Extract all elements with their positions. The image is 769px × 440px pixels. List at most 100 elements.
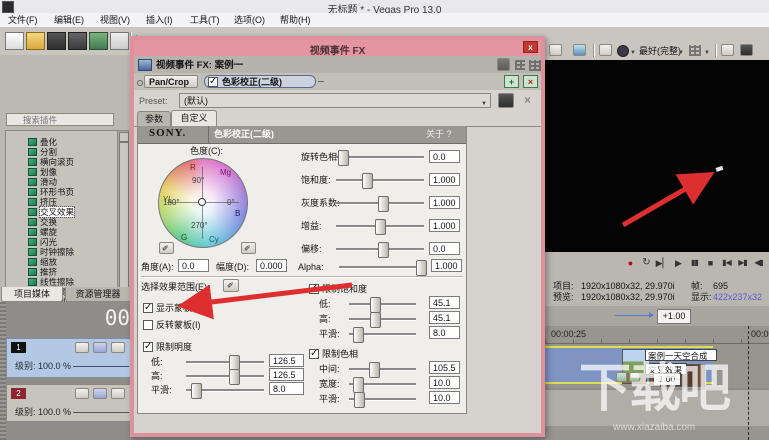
menu-help[interactable]: 帮助(H) — [280, 15, 311, 26]
sat-high-value[interactable]: 45.1 — [429, 311, 460, 324]
track-level-slider[interactable] — [73, 412, 129, 413]
layout-list-icon[interactable] — [497, 58, 510, 71]
luma-high-slider[interactable] — [186, 375, 264, 377]
invert-mask-checkbox[interactable] — [143, 320, 153, 330]
plugin-item[interactable]: 螺旋 — [28, 227, 57, 237]
track-mute-button[interactable] — [111, 342, 125, 353]
menu-insert[interactable]: 插入(I) — [146, 15, 173, 26]
menu-file[interactable]: 文件(F) — [8, 15, 38, 26]
luma-low-slider[interactable] — [186, 361, 264, 363]
alpha-value[interactable]: 1.000 — [431, 259, 462, 272]
loop-playback-icon[interactable]: ↻ — [639, 257, 654, 268]
fx-enabled-checkbox[interactable] — [208, 77, 218, 87]
dialog-close-button[interactable]: x — [523, 41, 538, 53]
quality-caret2-icon[interactable] — [678, 46, 684, 56]
plugin-item[interactable]: 叠化 — [28, 137, 57, 147]
alpha-slider[interactable] — [339, 266, 425, 268]
hue-smooth-value[interactable]: 10.0 — [429, 391, 460, 404]
record-icon[interactable]: ● — [623, 258, 638, 268]
split-screen-icon[interactable] — [599, 44, 612, 56]
sat-low-value[interactable]: 45.1 — [429, 296, 460, 309]
save-preset-icon[interactable] — [498, 93, 514, 108]
sat-low-slider[interactable] — [349, 303, 416, 305]
quality-caret-icon[interactable] — [630, 46, 636, 56]
scroll-up-icon[interactable] — [119, 132, 129, 142]
plugin-item-selected[interactable]: 交叉效果 — [28, 207, 74, 217]
render-as-icon[interactable] — [68, 32, 87, 50]
preview-quality-label[interactable]: 最好(完整) — [639, 46, 681, 57]
external-monitor-icon[interactable] — [573, 44, 586, 56]
plugin-item[interactable]: 交换 — [28, 217, 57, 227]
plugin-item[interactable]: 时钟擦除 — [28, 247, 74, 257]
timeline-ruler[interactable]: 00:00:25 00:00 — [545, 326, 769, 344]
tab-explorer[interactable]: 资源管理器 — [65, 287, 131, 302]
pause-icon[interactable]: ▮▮ — [687, 258, 702, 267]
play-from-start-icon[interactable]: ▶▏ — [655, 258, 670, 269]
plugin-item[interactable]: 推挤 — [28, 267, 57, 277]
plugin-item[interactable]: 划像 — [28, 167, 57, 177]
overlay-caret-icon[interactable] — [704, 46, 710, 56]
event-pan-crop-button[interactable] — [616, 372, 627, 382]
menu-options[interactable]: 选项(O) — [234, 15, 265, 26]
gamma-value[interactable]: 1.000 — [429, 196, 460, 209]
sat-smooth-value[interactable]: 8.0 — [429, 326, 460, 339]
plugin-item[interactable]: 挤压 — [28, 197, 57, 207]
sat-smooth-slider[interactable] — [349, 333, 416, 335]
luma-smooth-value[interactable]: 8.0 — [269, 382, 304, 395]
about-link[interactable]: 关于 ? — [426, 129, 452, 140]
tab-parameters[interactable]: 参数 — [137, 111, 171, 126]
remove-plugin-icon[interactable]: × — [523, 75, 538, 88]
plugin-item[interactable]: 分割 — [28, 147, 57, 157]
limit-luma-checkbox[interactable] — [143, 342, 153, 352]
offset-slider[interactable] — [336, 248, 424, 250]
prev-frame-icon[interactable]: ◀▮ — [751, 258, 766, 267]
open-project-icon[interactable] — [26, 32, 45, 50]
go-to-start-icon[interactable]: ▮◀ — [719, 258, 734, 267]
fx-chip[interactable]: 色彩校正(二级) — [204, 75, 316, 88]
quality-color-icon[interactable] — [617, 45, 629, 57]
hue-width-value[interactable]: 10.0 — [429, 376, 460, 389]
track-header-2[interactable]: 2 级别: 100.0 % — [6, 384, 133, 422]
sat-high-slider[interactable] — [349, 318, 416, 320]
track-mute-button[interactable] — [111, 388, 125, 399]
gamma-slider[interactable] — [336, 202, 424, 204]
event-fx-button[interactable] — [629, 372, 640, 382]
hue-smooth-slider[interactable] — [349, 398, 416, 400]
event-edit-icon[interactable] — [110, 32, 129, 50]
luma-smooth-slider[interactable] — [186, 389, 264, 391]
luma-high-value[interactable]: 126.5 — [269, 368, 304, 381]
edit-cursor-line[interactable] — [748, 326, 749, 440]
gain-slider[interactable] — [336, 225, 424, 227]
plugin-item[interactable]: 环形书页 — [28, 187, 74, 197]
range-eyedropper-button[interactable]: ✐ — [223, 279, 239, 292]
dialog-title-bar[interactable]: 视频事件 FX x — [134, 40, 541, 56]
offset-value[interactable]: 0.0 — [429, 242, 460, 255]
layout-grid-small-icon[interactable] — [515, 60, 525, 70]
tab-custom[interactable]: 自定义 — [171, 110, 217, 126]
saturation-value[interactable]: 1.000 — [429, 173, 460, 186]
rate-value-box[interactable]: +1.00 — [657, 309, 691, 324]
timeline-track-2[interactable] — [545, 390, 769, 426]
copy-snapshot-icon[interactable] — [721, 44, 734, 56]
menu-edit[interactable]: 编辑(E) — [54, 15, 84, 26]
delete-preset-icon[interactable]: × — [520, 93, 535, 108]
luma-low-value[interactable]: 126.5 — [269, 354, 304, 367]
wheel-eyedropper-high[interactable]: ✐ — [241, 242, 256, 254]
rotate-hue-slider[interactable] — [336, 156, 424, 158]
track-header-1[interactable]: 1 级别: 100.0 % — [6, 338, 133, 378]
hue-width-slider[interactable] — [349, 383, 416, 385]
amplitude-value[interactable]: 0.000 — [256, 259, 287, 272]
menu-tools[interactable]: 工具(T) — [190, 15, 220, 26]
saturation-slider[interactable] — [336, 179, 424, 181]
tab-project-media[interactable]: 项目媒体 — [1, 287, 63, 302]
gain-value[interactable]: 1.000 — [429, 219, 460, 232]
save-icon[interactable] — [47, 32, 66, 50]
video-properties-icon[interactable] — [549, 44, 562, 56]
angle-value[interactable]: 0.0 — [178, 259, 209, 272]
track-level-slider[interactable] — [73, 366, 129, 367]
hue-center-slider[interactable] — [349, 368, 416, 370]
plugin-item[interactable]: 缩放 — [28, 257, 57, 267]
limit-sat-checkbox[interactable] — [309, 284, 319, 294]
search-input[interactable] — [6, 113, 114, 126]
plugin-item[interactable]: 滑动 — [28, 177, 57, 187]
